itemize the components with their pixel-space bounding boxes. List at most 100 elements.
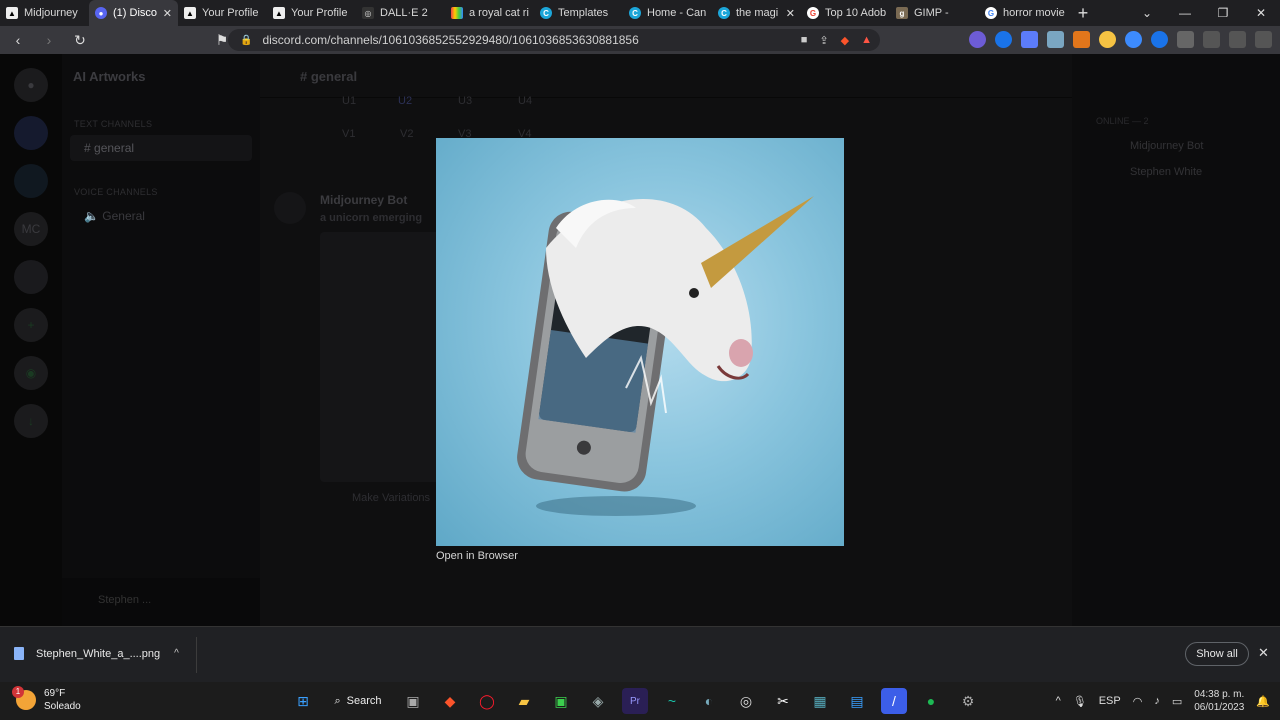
menu-icon[interactable] xyxy=(1255,31,1272,48)
weather-widget[interactable]: 1 69°F Soleado xyxy=(12,686,81,713)
extension-icon[interactable] xyxy=(1047,31,1064,48)
voice-channels-category[interactable]: VOICE CHANNELS xyxy=(62,181,260,203)
volume-icon[interactable]: ♪ xyxy=(1154,695,1160,707)
forward-icon[interactable]: › xyxy=(36,32,62,48)
language-indicator[interactable]: ESP xyxy=(1099,695,1121,707)
maximize-icon[interactable]: ❐ xyxy=(1204,0,1242,26)
app-icon[interactable]: ~ xyxy=(659,688,685,714)
microsoft-store-icon[interactable]: ▤ xyxy=(844,688,870,714)
user-name[interactable]: Stephen ... xyxy=(98,594,151,606)
upscale-button-1[interactable]: U1 xyxy=(342,95,356,107)
microphone-icon[interactable]: 🎙 xyxy=(1073,695,1087,708)
image-preview[interactable] xyxy=(436,138,844,546)
extension-icon[interactable] xyxy=(995,31,1012,48)
make-variations-button[interactable]: Make Variations xyxy=(352,492,430,504)
chevron-up-icon[interactable]: ^ xyxy=(174,648,179,659)
discord-icon: ● xyxy=(95,7,107,19)
tab-top-10-adobe[interactable]: G Top 10 Adob xyxy=(801,0,890,26)
chrome-icon[interactable]: ◎ xyxy=(733,688,759,714)
back-icon[interactable]: ‹ xyxy=(5,32,31,48)
new-tab-button[interactable]: + xyxy=(1068,3,1098,24)
address-bar[interactable]: 🔒 discord.com/channels/10610368525529294… xyxy=(228,29,880,51)
brave-rewards-icon[interactable]: ▲ xyxy=(861,34,872,47)
tab-your-profile[interactable]: ▲ Your Profile xyxy=(178,0,267,26)
tab-templates[interactable]: C Templates xyxy=(534,0,623,26)
explore-icon[interactable]: ◉ xyxy=(14,356,48,390)
voice-channel-general[interactable]: 🔈 General xyxy=(62,203,260,229)
puzzle-icon[interactable] xyxy=(1177,31,1194,48)
sidebar-icon[interactable] xyxy=(1203,31,1220,48)
clock[interactable]: 04:38 p. m. 06/01/2023 xyxy=(1194,688,1244,714)
download-apps-icon[interactable]: ↓ xyxy=(14,404,48,438)
reload-icon[interactable]: ↻ xyxy=(67,32,93,49)
taskbar-search[interactable]: ⌕ Search xyxy=(327,688,389,714)
close-icon[interactable]: ✕ xyxy=(1258,645,1269,661)
tab-horror-movie[interactable]: Ghorror movie xyxy=(979,0,1068,26)
app-icon[interactable]: ▦ xyxy=(807,688,833,714)
text-channels-category[interactable]: TEXT CHANNELS xyxy=(62,113,260,135)
tab-your-profile-2[interactable]: ▲ Your Profile xyxy=(267,0,356,26)
file-icon xyxy=(14,647,24,660)
notification-bell-icon[interactable]: 🔔 xyxy=(1256,695,1270,708)
close-window-icon[interactable]: ✕ xyxy=(1242,0,1280,26)
add-server-icon[interactable]: + xyxy=(14,308,48,342)
open-in-browser-link[interactable]: Open in Browser xyxy=(436,550,518,562)
member-midjourney-bot[interactable]: Midjourney Bot xyxy=(1072,126,1280,152)
tab-home-canva[interactable]: C Home - Can xyxy=(623,0,712,26)
app-icon[interactable]: ◈ xyxy=(585,688,611,714)
tab-the-magic[interactable]: Cthe magi ✕ xyxy=(712,0,801,26)
opera-icon[interactable]: ◯ xyxy=(474,688,500,714)
bot-name[interactable]: Midjourney Bot xyxy=(320,193,407,207)
variation-button-1[interactable]: V1 xyxy=(342,128,355,140)
server-name[interactable]: AI Artworks xyxy=(62,54,260,99)
chevron-up-icon[interactable]: ^ xyxy=(1056,695,1061,707)
wallet-icon[interactable] xyxy=(1229,31,1246,48)
app-icon[interactable]: / xyxy=(881,688,907,714)
extension-icon[interactable] xyxy=(969,31,986,48)
tab-royal-cat[interactable]: a royal cat ri xyxy=(445,0,534,26)
wifi-icon[interactable]: ◠ xyxy=(1133,695,1143,708)
brave-shield-icon[interactable]: ◆ xyxy=(841,34,849,47)
bot-avatar[interactable] xyxy=(274,192,306,224)
upscale-button-4[interactable]: U4 xyxy=(518,95,532,107)
chevron-down-icon[interactable]: ⌄ xyxy=(1128,0,1166,26)
minimize-icon[interactable]: — xyxy=(1166,0,1204,26)
member-stephen-white[interactable]: Stephen White xyxy=(1072,152,1280,178)
close-tab-icon[interactable]: ✕ xyxy=(786,7,795,20)
camtasia-icon[interactable]: ▣ xyxy=(548,688,574,714)
server-icon[interactable] xyxy=(14,260,48,294)
share-icon[interactable]: ⇪ xyxy=(819,34,828,47)
discord-home-icon[interactable]: ● xyxy=(14,68,48,102)
capcut-icon[interactable]: ✂ xyxy=(770,688,796,714)
close-tab-icon[interactable]: ✕ xyxy=(163,7,172,20)
tab-gimp[interactable]: g GIMP - xyxy=(890,0,979,26)
metamask-icon[interactable] xyxy=(1073,31,1090,48)
extension-icon[interactable] xyxy=(1099,31,1116,48)
server-icon[interactable] xyxy=(14,164,48,198)
show-all-button[interactable]: Show all xyxy=(1185,642,1249,666)
header-channel-name: general xyxy=(310,69,358,84)
battery-icon[interactable]: ▭ xyxy=(1172,695,1182,708)
app-icon[interactable]: ◐ xyxy=(696,688,722,714)
camera-icon[interactable]: ■ xyxy=(801,34,808,47)
extension-icon[interactable] xyxy=(1151,31,1168,48)
premiere-pro-icon[interactable]: Pr xyxy=(622,688,648,714)
tab-discord[interactable]: ● (1) Disco ✕ xyxy=(89,0,178,26)
settings-icon[interactable]: ⚙ xyxy=(955,688,981,714)
upscale-button-2[interactable]: U2 xyxy=(398,95,412,107)
upscale-button-3[interactable]: U3 xyxy=(458,95,472,107)
tab-dalle[interactable]: ◎ DALL·E 2 xyxy=(356,0,445,26)
tab-midjourney[interactable]: ▲ Midjourney xyxy=(0,0,89,26)
variation-button-2[interactable]: V2 xyxy=(400,128,413,140)
file-explorer-icon[interactable]: ▰ xyxy=(511,688,537,714)
brave-browser-icon[interactable]: ◆ xyxy=(437,688,463,714)
windows-start-icon[interactable]: ⊞ xyxy=(290,688,316,714)
extension-icon[interactable] xyxy=(1125,31,1142,48)
task-view-icon[interactable]: ▣ xyxy=(400,688,426,714)
download-item[interactable]: Stephen_White_a_....png ^ xyxy=(14,647,179,660)
spotify-icon[interactable]: ● xyxy=(918,688,944,714)
server-icon-mc[interactable]: MC xyxy=(14,212,48,246)
channel-general[interactable]: # general xyxy=(70,135,252,161)
server-icon[interactable] xyxy=(14,116,48,150)
extension-icon[interactable] xyxy=(1021,31,1038,48)
